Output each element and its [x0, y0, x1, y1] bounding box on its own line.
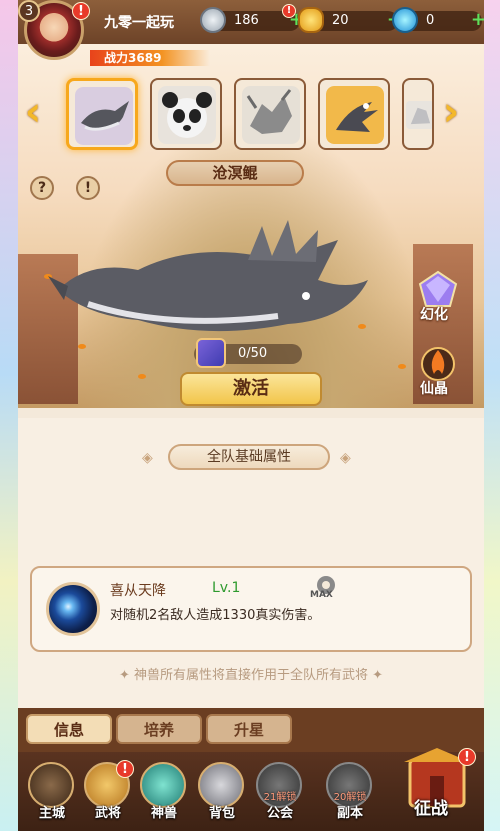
- nav-generals-label: 武将: [94, 806, 121, 821]
- pet-card-partial[interactable]: [402, 78, 434, 150]
- expedition-label: 征战: [414, 799, 448, 819]
- gold-amount: 20: [332, 13, 349, 28]
- beast-fragment-icon: [196, 338, 226, 368]
- crystal-button[interactable]: 仙晶: [414, 344, 462, 397]
- transform-button[interactable]: 幻化: [414, 270, 462, 323]
- attributes-footnote: ✦ 神兽所有属性将直接作用于全队所有武将 ✦: [18, 664, 484, 683]
- silver-alert-icon: !: [282, 4, 296, 18]
- jade-amount: 0: [426, 13, 435, 28]
- game-frame: 3 ! 九零一起玩 战力3689 186 + ! 20 + 0 + ‹: [18, 0, 484, 831]
- footnote-text: 神兽所有属性将直接作用于全队所有武将: [133, 668, 368, 683]
- add-jade-button[interactable]: +: [471, 10, 484, 30]
- power-value: 3689: [128, 51, 162, 65]
- nav-backpack[interactable]: 背包: [194, 760, 250, 826]
- footnote-ornament-left-icon: ✦: [118, 668, 134, 683]
- nav-generals[interactable]: 武将 !: [80, 760, 136, 826]
- crystal-label: 仙晶: [420, 381, 448, 397]
- combat-power: 战力3689: [90, 50, 210, 66]
- nav-main-city-label: 主城: [38, 806, 65, 821]
- team-attributes-banner: 全队基础属性: [168, 444, 330, 470]
- maple-leaf: [398, 364, 406, 369]
- generals-alert-icon: !: [116, 760, 134, 778]
- gold-ingot-icon: [298, 7, 324, 33]
- resource-gold: 20 +: [298, 7, 402, 33]
- whale-beast-icon: [75, 87, 133, 145]
- power-label: 战力: [104, 51, 129, 65]
- tab-info[interactable]: 信息: [26, 714, 112, 744]
- player-level-badge: 3: [18, 0, 40, 22]
- dungeon-unlock-level: 20解锁: [333, 792, 367, 803]
- footnote-ornament-right-icon: ✦: [368, 668, 384, 683]
- ornament-right-icon: ◈: [340, 450, 351, 466]
- guild-unlock-level: 21解锁: [263, 792, 297, 803]
- right-decorative-edge: [484, 0, 500, 831]
- jade-gem-icon: [392, 7, 418, 33]
- skill-description: 对随机2名敌人造成1330真实伤害。: [110, 608, 321, 623]
- tab-star-up[interactable]: 升星: [206, 714, 292, 744]
- player-name: 九零一起玩: [104, 15, 174, 31]
- help-button[interactable]: ?: [30, 176, 54, 200]
- skill-icon[interactable]: [46, 582, 100, 636]
- dragon-icon: [242, 86, 300, 144]
- prev-pet-arrow[interactable]: ‹: [20, 92, 46, 132]
- nav-beasts[interactable]: 神兽: [136, 760, 192, 826]
- resource-jade: 0 +: [392, 7, 484, 33]
- whale-beast-figure: [48, 220, 368, 332]
- left-decorative-edge: [0, 0, 18, 831]
- next-pet-arrow[interactable]: ›: [438, 92, 464, 132]
- activate-button[interactable]: 激活: [180, 372, 322, 406]
- phoenix-icon: [326, 86, 384, 144]
- max-badge-text: MAX: [310, 590, 333, 600]
- nav-main-city[interactable]: 主城: [24, 760, 80, 826]
- expedition-alert-icon: !: [458, 748, 476, 766]
- pet-card-dragon[interactable]: [234, 78, 306, 150]
- nav-guild[interactable]: 21解锁 公会: [252, 760, 308, 826]
- ornament-left-icon: ◈: [142, 450, 153, 466]
- tab-train[interactable]: 培养: [116, 714, 202, 744]
- avatar-alert-icon: !: [72, 2, 90, 20]
- skill-level: Lv.1: [212, 580, 241, 596]
- info-button[interactable]: !: [76, 176, 100, 200]
- max-level-icon: MAX: [310, 574, 340, 602]
- panda-icon: [158, 86, 216, 144]
- pet-card-phoenix[interactable]: [318, 78, 390, 150]
- skill-name: 喜从天降: [110, 583, 166, 599]
- pet-card-whale[interactable]: [66, 78, 138, 150]
- silver-coin-icon: [200, 7, 226, 33]
- maple-leaf: [138, 374, 146, 379]
- expedition-button[interactable]: 征战 !: [400, 746, 476, 826]
- pet-card-panda[interactable]: [150, 78, 222, 150]
- silver-amount: 186: [234, 13, 259, 28]
- pet-name-banner: 沧溟鲲: [166, 160, 304, 186]
- unknown-beast-icon: [406, 101, 432, 129]
- nav-dungeon-label: 副本: [336, 806, 363, 821]
- nav-backpack-label: 背包: [208, 806, 235, 821]
- nav-guild-label: 公会: [266, 806, 293, 821]
- nav-beasts-label: 神兽: [150, 806, 177, 821]
- nav-dungeon[interactable]: 20解锁 副本: [322, 760, 378, 826]
- transform-label: 幻化: [420, 307, 448, 323]
